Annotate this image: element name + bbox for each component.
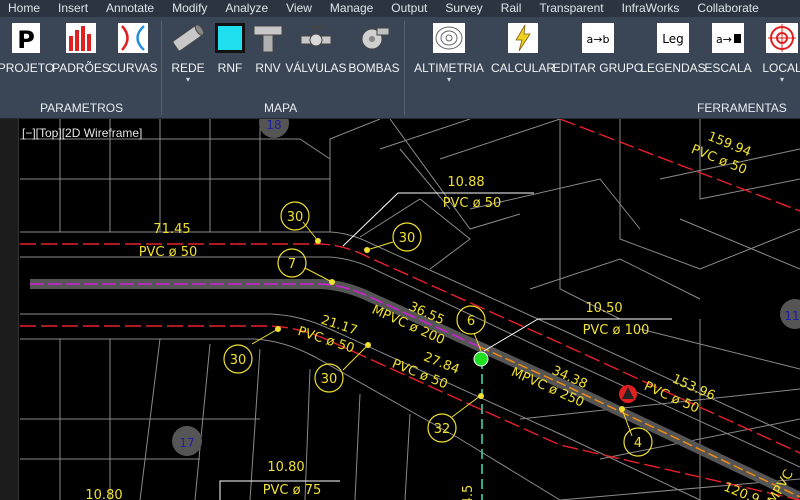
cad-drawing[interactable]: 30 30 7 6 30 30 32 4 18 17 11 159.94 PVC… xyxy=(0,119,800,500)
panel-title-ferramentas: FERRAMENTAS xyxy=(697,101,787,115)
padroes-button[interactable]: PADRÕES xyxy=(52,21,110,93)
node-label: 30 xyxy=(230,353,247,368)
curvas-label: CURVAS xyxy=(108,61,158,75)
svg-text:P: P xyxy=(17,26,35,54)
pipe-spec: PVC ø 100 xyxy=(583,323,650,338)
panel-title-mapa: MAPA xyxy=(264,101,298,115)
panel-mapa: REDE ▾ RNF RNV VÁLVULAS BOMBAS MAPA xyxy=(162,17,402,119)
node-label: 30 xyxy=(399,231,416,246)
legendas-button[interactable]: Leg LEGENDAS xyxy=(640,21,706,93)
menu-item-insert[interactable]: Insert xyxy=(49,0,97,17)
local-label: LOCAL xyxy=(762,61,800,75)
view-controls-label[interactable]: [−][Top][2D Wireframe] xyxy=(22,126,142,140)
panel-title-parametros: PARAMETROS xyxy=(40,101,124,115)
bombas-label: BOMBAS xyxy=(348,61,400,75)
pipe-length: 10.50 xyxy=(585,301,622,316)
node-label: 7 xyxy=(288,257,296,272)
rnf-button[interactable]: RNF xyxy=(212,21,248,93)
rede-button[interactable]: REDE ▾ xyxy=(166,21,210,93)
cyan-box-icon xyxy=(213,21,247,55)
valve-icon xyxy=(299,21,333,55)
node-label: 6 xyxy=(467,314,475,329)
vertical-pipe-label: 4.5 xyxy=(461,485,476,500)
contour-map-icon xyxy=(432,21,466,55)
menu-item-view[interactable]: View xyxy=(277,0,321,17)
rnf-label: RNF xyxy=(217,61,243,75)
pipe-icon xyxy=(171,21,205,55)
node-label: 4 xyxy=(634,436,642,451)
valvulas-label: VÁLVULAS xyxy=(285,61,347,75)
projeto-p-icon: P xyxy=(9,21,43,55)
altimetria-label: ALTIMETRIA xyxy=(414,61,484,75)
escala-label: ESCALA xyxy=(704,61,752,75)
menu-item-home[interactable]: Home xyxy=(0,0,49,17)
pipe-length: 71.45 xyxy=(153,222,190,237)
local-button[interactable]: LOCAL ▾ xyxy=(759,21,800,93)
pipe-length: 10.80 xyxy=(267,460,304,475)
scale-icon-text: a→ xyxy=(716,33,732,46)
projeto-button[interactable]: P PROJETO xyxy=(0,21,54,93)
menu-item-collaborate[interactable]: Collaborate xyxy=(688,0,767,17)
lightning-icon xyxy=(506,21,540,55)
node-label: 30 xyxy=(321,372,338,387)
green-node[interactable] xyxy=(473,351,489,367)
menu-item-analyze[interactable]: Analyze xyxy=(216,0,277,17)
menu-item-survey[interactable]: Survey xyxy=(436,0,491,17)
pipe-spec: PVC ø 50 xyxy=(443,196,502,211)
target-icon xyxy=(765,21,799,55)
menu-item-manage[interactable]: Manage xyxy=(321,0,382,17)
red-pump-icon[interactable] xyxy=(619,385,637,403)
pipe-length: 10.88 xyxy=(447,175,484,190)
menu-item-rail[interactable]: Rail xyxy=(492,0,531,17)
calcular-label: CALCULAR xyxy=(490,61,556,75)
curves-icon xyxy=(116,21,150,55)
legend-icon-text: Leg xyxy=(662,32,683,46)
node-label: 30 xyxy=(287,210,304,225)
node-label: 32 xyxy=(434,422,451,437)
menu-item-infraworks[interactable]: InfraWorks xyxy=(613,0,689,17)
sector-label: 11 xyxy=(784,309,799,323)
menu-item-output[interactable]: Output xyxy=(382,0,436,17)
sector-label: 17 xyxy=(179,436,194,450)
panel-parametros: P PROJETO PADRÕES CURVAS PARAMETROS xyxy=(0,17,160,119)
legendas-label: LEGENDAS xyxy=(640,61,706,75)
curvas-button[interactable]: CURVAS xyxy=(108,21,158,93)
pipe-spec: PVC ø 50 xyxy=(139,245,198,260)
tee-icon xyxy=(251,21,285,55)
menu-item-modify[interactable]: Modify xyxy=(163,0,216,17)
a-to-b-icon-text: a→b xyxy=(587,33,610,46)
ribbon: P PROJETO PADRÕES CURVAS PARAMETROS REDE… xyxy=(0,17,800,119)
rnv-label: RNV xyxy=(255,61,281,75)
escala-button[interactable]: a→ ESCALA xyxy=(704,21,752,93)
menu-item-annotate[interactable]: Annotate xyxy=(97,0,163,17)
pipe-spec: PVC ø 75 xyxy=(263,483,322,498)
bar-chart-icon xyxy=(64,21,98,55)
altimetria-dropdown-icon[interactable]: ▾ xyxy=(447,76,451,84)
menu-item-transparent[interactable]: Transparent xyxy=(530,0,612,17)
valvulas-button[interactable]: VÁLVULAS xyxy=(285,21,347,93)
altimetria-button[interactable]: ALTIMETRIA ▾ xyxy=(414,21,484,93)
rnv-button[interactable]: RNV xyxy=(250,21,286,93)
sector-label: 18 xyxy=(266,119,281,132)
drawing-viewport[interactable]: 30 30 7 6 30 30 32 4 18 17 11 159.94 PVC… xyxy=(0,119,800,500)
legend-icon: Leg xyxy=(656,21,690,55)
calcular-button[interactable]: CALCULAR xyxy=(490,21,556,93)
panel-ferramentas: ALTIMETRIA ▾ CALCULAR a→b EDITAR GRUPO L… xyxy=(405,17,800,119)
a-to-b-icon: a→b xyxy=(581,21,615,55)
projeto-label: PROJETO xyxy=(0,61,55,75)
editar-grupo-button[interactable]: a→b EDITAR GRUPO xyxy=(553,21,643,93)
viewport-left-border xyxy=(0,119,19,500)
padroes-label: PADRÕES xyxy=(52,61,110,75)
rede-dropdown-icon[interactable]: ▾ xyxy=(186,76,190,84)
bombas-button[interactable]: BOMBAS xyxy=(348,21,400,93)
menu-bar: Home Insert Annotate Modify Analyze View Manag… xyxy=(0,0,800,17)
leader-lines xyxy=(219,192,672,500)
pipe-length: 10.80 xyxy=(85,488,122,500)
rede-label: REDE xyxy=(171,61,205,75)
local-dropdown-icon[interactable]: ▾ xyxy=(780,76,784,84)
scale-icon: a→ xyxy=(711,21,745,55)
pump-icon xyxy=(357,21,391,55)
editar-grupo-label: EDITAR GRUPO xyxy=(552,61,644,75)
